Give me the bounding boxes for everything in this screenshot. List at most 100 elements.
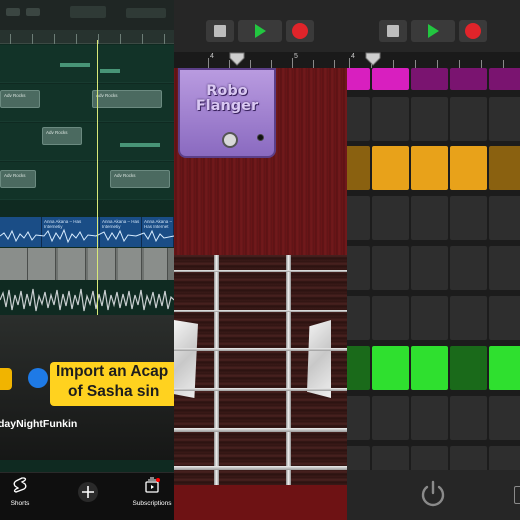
loop-cell[interactable] <box>411 68 448 90</box>
loop-cell[interactable] <box>347 396 370 440</box>
stop-button[interactable] <box>206 20 234 42</box>
pedal-led <box>257 134 264 141</box>
loop-cell[interactable] <box>450 146 487 190</box>
loop-cell[interactable] <box>489 146 520 190</box>
fret <box>214 255 219 485</box>
shorts-icon <box>13 477 27 493</box>
stop-icon <box>214 25 226 37</box>
subscriptions-icon <box>145 477 160 493</box>
nav-create[interactable] <box>76 481 100 508</box>
daw-toolbar-button <box>26 8 40 16</box>
audio-track-muted <box>0 248 174 280</box>
loop-cell[interactable] <box>411 97 448 141</box>
loop-cell[interactable] <box>489 396 520 440</box>
loop-cell[interactable] <box>347 68 370 90</box>
loop-cell[interactable] <box>450 296 487 340</box>
youtube-shorts-panel: Adv Rocks Adv Rocks Adv Rocks Adv Rocks … <box>0 0 174 520</box>
plus-icon <box>78 482 98 502</box>
playhead-marker-icon[interactable] <box>229 52 245 66</box>
timeline-ruler[interactable]: 4 <box>347 52 520 68</box>
loop-cell[interactable] <box>347 196 370 240</box>
guitar-body <box>174 485 347 520</box>
guitar-string[interactable] <box>174 348 347 351</box>
play-icon <box>428 24 439 38</box>
stop-icon <box>387 25 399 37</box>
play-icon <box>255 24 266 38</box>
guitar-string[interactable] <box>174 270 347 272</box>
guitar-string[interactable] <box>174 310 347 312</box>
record-icon <box>292 23 308 39</box>
nav-shorts[interactable]: Shorts <box>6 477 34 507</box>
guitar-string[interactable] <box>174 428 347 432</box>
loop-cell[interactable] <box>347 97 370 141</box>
daw-toolbar-button <box>126 8 166 18</box>
safari-icon <box>28 368 48 388</box>
loop-cell[interactable] <box>450 97 487 141</box>
loop-cell[interactable] <box>411 396 448 440</box>
loop-cell[interactable] <box>372 146 409 190</box>
caption-line-2: of Sasha sin <box>68 383 160 400</box>
loop-cell[interactable] <box>372 97 409 141</box>
loop-cell[interactable] <box>372 196 409 240</box>
daw-track: Adv Rocks <box>0 123 174 161</box>
loop-cell[interactable] <box>372 396 409 440</box>
loop-cell[interactable] <box>489 346 520 390</box>
loop-cell[interactable] <box>489 68 520 90</box>
daw-track <box>0 45 174 83</box>
timeline-ruler[interactable]: 4 5 <box>174 52 347 68</box>
daw-region: Adv Rocks <box>92 90 162 108</box>
loop-cell[interactable] <box>347 146 370 190</box>
robo-flanger-pedal[interactable]: Robo Flanger <box>178 68 276 158</box>
pedal-footswitch[interactable] <box>222 132 238 148</box>
guitar-string[interactable] <box>174 388 347 391</box>
daw-track: Adv Rocks Adv Rocks <box>0 162 174 200</box>
loop-cell[interactable] <box>489 296 520 340</box>
play-button[interactable] <box>238 20 282 42</box>
daw-track: Adv Rocks Adv Rocks <box>0 84 174 122</box>
bottom-navigation: Shorts Subscriptions <box>0 472 174 520</box>
playhead-marker-icon[interactable] <box>365 52 381 66</box>
daw-region: Adv Rocks <box>110 170 170 188</box>
daw-toolbar-button <box>6 8 20 16</box>
nav-subscriptions-label: Subscriptions <box>132 500 172 507</box>
power-icon[interactable] <box>417 478 449 510</box>
record-button[interactable] <box>459 20 487 42</box>
loop-cell[interactable] <box>372 346 409 390</box>
loop-cell[interactable] <box>372 246 409 290</box>
grid-icon[interactable] <box>514 486 520 504</box>
video-caption: Import an Acap of Sasha sin <box>50 362 174 406</box>
bar-number: 4 <box>351 53 355 60</box>
hashtag-link[interactable]: dayNightFunkin <box>0 418 77 430</box>
loop-cell[interactable] <box>411 296 448 340</box>
loop-cell[interactable] <box>489 97 520 141</box>
loop-cell[interactable] <box>450 346 487 390</box>
waveform <box>0 288 174 312</box>
loop-cell[interactable] <box>450 396 487 440</box>
loop-cell[interactable] <box>411 246 448 290</box>
bar-number: 5 <box>294 53 298 60</box>
guitar-string[interactable] <box>174 466 347 470</box>
nav-shorts-label: Shorts <box>10 500 30 507</box>
loop-cell[interactable] <box>347 246 370 290</box>
loop-cell[interactable] <box>411 196 448 240</box>
loop-cell[interactable] <box>411 346 448 390</box>
loop-cell[interactable] <box>411 146 448 190</box>
pedal-name: Robo Flanger <box>195 83 259 114</box>
record-button[interactable] <box>286 20 314 42</box>
loop-cell[interactable] <box>450 68 487 90</box>
loop-cell[interactable] <box>450 196 487 240</box>
daw-toolbar <box>0 0 174 30</box>
loop-cell[interactable] <box>489 196 520 240</box>
loop-cell[interactable] <box>372 68 409 90</box>
caption-line-1: Import an Acap <box>56 363 169 380</box>
daw-region: Adv Rocks <box>0 170 36 188</box>
nav-subscriptions[interactable]: Subscriptions <box>130 477 174 507</box>
loop-cell[interactable] <box>489 246 520 290</box>
loop-cell[interactable] <box>450 246 487 290</box>
stop-button[interactable] <box>379 20 407 42</box>
loop-cell[interactable] <box>347 346 370 390</box>
play-button[interactable] <box>411 20 455 42</box>
bar-number: 4 <box>210 53 214 60</box>
loop-cell[interactable] <box>347 296 370 340</box>
loop-cell[interactable] <box>372 296 409 340</box>
